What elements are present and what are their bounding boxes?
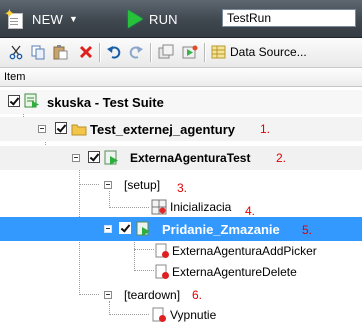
annotation-number: 1.: [260, 122, 271, 136]
tree-row-setup[interactable]: [setup] 3.: [0, 173, 362, 197]
new-button[interactable]: ✦ NEW ▼: [4, 7, 78, 30]
test-tree: skuska - Test Suite Test_externej_agentu…: [0, 87, 362, 334]
copy-icon[interactable]: [30, 44, 46, 60]
paste-icon[interactable]: [52, 44, 68, 60]
collapse-toggle[interactable]: [72, 154, 80, 162]
add-picker-label: ExternaAgenturaAddPicker: [172, 244, 317, 258]
folder-icon: [71, 124, 87, 136]
step-icon: [152, 307, 166, 322]
column-header-item[interactable]: Item: [0, 68, 362, 87]
add-test-icon[interactable]: [158, 44, 174, 60]
collapse-toggle[interactable]: [104, 181, 112, 189]
delete-icon[interactable]: [78, 44, 94, 60]
vypnutie-label: Vypnutie: [170, 308, 217, 322]
collapse-toggle[interactable]: [104, 225, 112, 233]
tree-row-vypnutie[interactable]: Vypnutie: [0, 303, 362, 327]
tree-row-pridanie-zmazanie[interactable]: Pridanie_Zmazanie 5.: [0, 217, 362, 241]
annotation-number: 3.: [177, 181, 188, 195]
test-icon: [104, 150, 118, 165]
record-icon[interactable]: [182, 44, 198, 60]
tree-row-test-suite[interactable]: skuska - Test Suite: [0, 90, 362, 114]
folder-label: Test_externej_agentury: [90, 122, 235, 137]
cut-icon[interactable]: [8, 44, 24, 60]
tree-row-folder[interactable]: Test_externej_agentury 1.: [0, 117, 362, 141]
undo-icon[interactable]: [106, 44, 122, 60]
annotation-number: 6.: [192, 288, 203, 302]
new-document-icon: ✦: [4, 7, 26, 29]
redo-icon[interactable]: [128, 44, 144, 60]
tree-row-delete[interactable]: ExternaAgentureDelete: [0, 260, 362, 284]
testrun-field[interactable]: [222, 9, 356, 27]
annotation-number: 5.: [302, 223, 313, 237]
chevron-down-icon[interactable]: ▼: [69, 14, 78, 24]
delete-label: ExternaAgentureDelete: [172, 265, 297, 279]
test-icon: [136, 221, 150, 236]
action-step-icon: [151, 199, 167, 215]
run-toolbar: ✦ NEW ▼ RUN: [0, 0, 362, 38]
tree-row-test[interactable]: ExternaAgenturaTest 2.: [0, 146, 362, 170]
pridanie-checkbox[interactable]: [119, 222, 131, 234]
run-button[interactable]: RUN: [128, 8, 178, 30]
annotation-number: 2.: [276, 151, 287, 165]
edit-toolbar: Data Source...: [0, 38, 362, 68]
teardown-label: [teardown]: [124, 288, 181, 302]
setup-label: [setup]: [124, 178, 161, 192]
suite-label: skuska - Test Suite: [47, 95, 164, 110]
suite-checkbox[interactable]: [8, 95, 20, 107]
data-source-icon[interactable]: [211, 44, 227, 60]
collapse-toggle[interactable]: [104, 291, 112, 299]
data-source-button[interactable]: Data Source...: [230, 45, 307, 59]
run-button-label: RUN: [149, 11, 178, 27]
collapse-toggle[interactable]: [38, 125, 46, 133]
play-icon: [128, 10, 143, 28]
annotation-number: 4.: [245, 204, 256, 218]
test-label: ExternaAgenturaTest: [130, 151, 251, 165]
new-button-label: NEW: [32, 11, 63, 27]
step-icon: [155, 243, 169, 258]
step-icon: [155, 264, 169, 279]
test-suite-icon: [24, 93, 39, 108]
test-checkbox[interactable]: [88, 151, 100, 163]
tree-row-inicializacia[interactable]: Inicializacia 4.: [0, 195, 362, 219]
folder-checkbox[interactable]: [55, 122, 67, 134]
pridanie-label: Pridanie_Zmazanie: [162, 222, 280, 237]
inicializacia-label: Inicializacia: [170, 200, 232, 214]
